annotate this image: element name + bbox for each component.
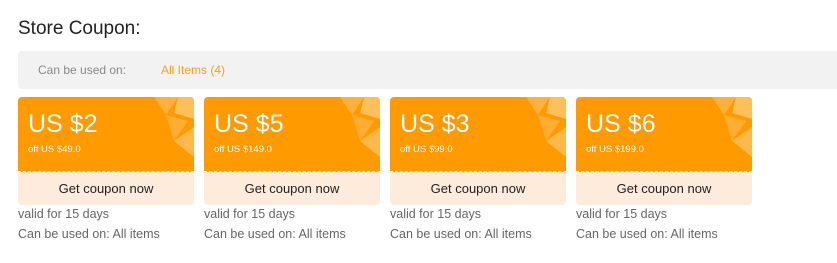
coupon-validity: valid for 15 days — [576, 207, 668, 221]
coupon-validity: valid for 15 days — [18, 207, 110, 221]
get-coupon-button[interactable]: Get coupon now — [576, 172, 752, 205]
coupon-card: US $6 off US $199.0 Get coupon now valid… — [576, 97, 752, 241]
coupon-amount: US $2 — [28, 110, 98, 138]
coupon-filter-bar: Can be used on: All Items (4) — [18, 51, 837, 89]
coupon-scope: Can be used on: All items — [204, 227, 346, 241]
coupon-header: US $3 off US $99.0 — [390, 97, 566, 172]
coupon-decoration-icon — [712, 97, 752, 157]
coupon-min-order: off US $49.0 — [28, 144, 81, 155]
coupon-scope: Can be used on: All items — [576, 227, 718, 241]
coupon-decoration-icon — [154, 97, 194, 157]
filter-all-items-link[interactable]: All Items (4) — [161, 63, 225, 77]
coupon-validity: valid for 15 days — [204, 207, 296, 221]
get-coupon-button[interactable]: Get coupon now — [204, 172, 380, 205]
coupon-card: US $5 off US $149.0 Get coupon now valid… — [204, 97, 380, 241]
coupon-card: US $2 off US $49.0 Get coupon now valid … — [18, 97, 194, 241]
coupon-decoration-icon — [526, 97, 566, 157]
filter-label: Can be used on: — [38, 63, 127, 77]
get-coupon-button[interactable]: Get coupon now — [18, 172, 194, 205]
coupon-ticket: US $2 off US $49.0 Get coupon now — [18, 97, 194, 205]
coupon-amount: US $3 — [400, 110, 470, 138]
coupon-card: US $3 off US $99.0 Get coupon now valid … — [390, 97, 566, 241]
coupon-ticket: US $6 off US $199.0 Get coupon now — [576, 97, 752, 205]
coupon-min-order: off US $99.0 — [400, 144, 453, 155]
coupon-amount: US $5 — [214, 110, 284, 138]
page-title: Store Coupon: — [18, 18, 141, 39]
coupon-ticket: US $3 off US $99.0 Get coupon now — [390, 97, 566, 205]
coupon-scope: Can be used on: All items — [18, 227, 160, 241]
coupon-decoration-icon — [340, 97, 380, 157]
coupon-min-order: off US $199.0 — [586, 144, 644, 155]
coupon-min-order: off US $149.0 — [214, 144, 272, 155]
coupon-amount: US $6 — [586, 110, 656, 138]
coupon-header: US $2 off US $49.0 — [18, 97, 194, 172]
get-coupon-button[interactable]: Get coupon now — [390, 172, 566, 205]
coupon-header: US $6 off US $199.0 — [576, 97, 752, 172]
coupon-validity: valid for 15 days — [390, 207, 482, 221]
coupon-header: US $5 off US $149.0 — [204, 97, 380, 172]
coupon-ticket: US $5 off US $149.0 Get coupon now — [204, 97, 380, 205]
coupon-scope: Can be used on: All items — [390, 227, 532, 241]
